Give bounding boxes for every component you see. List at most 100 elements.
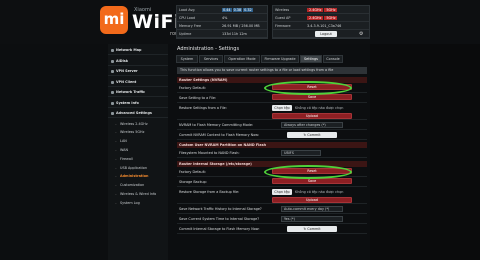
row-restore-storage: Restore Storage from a Backup file: Chọn… (177, 188, 367, 204)
tab-console[interactable]: Console (323, 55, 343, 63)
status-key: Guest AP (275, 16, 291, 20)
sidebar-item-vpn-server[interactable]: VPN Server (108, 67, 168, 76)
sidebar-item-aidisk[interactable]: AiDisk (108, 57, 168, 66)
sidebar-item-label: Firewall (120, 156, 133, 161)
sidebar-subitem-usb-application[interactable]: – USB Application (108, 164, 168, 172)
page-title: Administration - Settings (177, 46, 240, 52)
commit-storage-label: Commit Internal Storage to Flash Memory … (179, 227, 260, 231)
tab-operation-mode[interactable]: Operation Mode (224, 55, 260, 63)
storage-backup-label: Storage Backup: (179, 180, 207, 184)
wifi-band-badge[interactable]: 2.4GHz (307, 16, 324, 20)
main-content: Administration - Settings System Services… (172, 44, 370, 260)
sidebar-subitem-wireless-5ghz[interactable]: – Wireless 5GHz (108, 128, 168, 136)
commit-nvram-button[interactable]: ↻ Commit (287, 132, 337, 138)
dash-icon: – (115, 200, 117, 205)
tab-bar: System Services Operation Mode Firmware Upg… (176, 55, 368, 63)
stats-value: 133d 11h 12m (222, 32, 247, 36)
row-filesystem: Filesystem Mounted to NAND Flash: UBIFS (177, 149, 367, 158)
sidebar-item-vpn-client[interactable]: VPN Client (108, 78, 168, 87)
sidebar-item-system-info[interactable]: System Info (108, 99, 168, 108)
header: mi Xiaomi WiFi router Load Avg0.440.380.… (0, 0, 480, 44)
sidebar-subitem-wan[interactable]: – WAN (108, 146, 168, 154)
info-banner: This function allows you to save current… (177, 67, 367, 74)
gear-icon[interactable]: ⚙ (359, 31, 367, 37)
sidebar-subitem-wireless-wired-info[interactable]: – Wireless & Wired Info (108, 190, 168, 198)
choose-file-button[interactable]: Chọn tệp (272, 105, 292, 111)
logout-button[interactable]: Logout (315, 31, 337, 37)
row-storage-backup: Storage Backup: Save (177, 178, 367, 187)
tab-system[interactable]: System (176, 55, 198, 63)
sidebar-subitem-customization[interactable]: – Customization (108, 181, 168, 189)
sidebar-subitem-system-log[interactable]: – System Log (108, 199, 168, 207)
row-commit-nvram: Commit NVRAM Content to Flash Memory Now… (177, 131, 367, 140)
tab-settings[interactable]: Settings (300, 55, 322, 63)
upload-storage-button[interactable]: Upload (272, 197, 352, 203)
status-row: Firmware 3.4.3.9-101_C3a746 (273, 22, 369, 30)
dash-icon: – (115, 165, 117, 170)
save-traffic-label: Save Network Traffic History to Internal… (179, 207, 262, 211)
menu-bullet-icon (111, 59, 114, 63)
filesystem-select[interactable]: UBIFS (281, 150, 321, 156)
sidebar-item-label: Network Traffic (116, 90, 146, 94)
dash-icon: – (115, 191, 117, 196)
wifi-band-badge[interactable]: 2.4GHz (307, 8, 324, 12)
row-save-settings: Save Setting to a File: Save (177, 94, 367, 103)
sidebar-item-label: VPN Client (116, 79, 137, 84)
highlight-ring (264, 81, 352, 95)
no-file-text: Không có tệp nào được chọn (295, 106, 344, 110)
factory-default-label: Factory Default: (179, 86, 206, 90)
sidebar-subitem-firewall[interactable]: – Firewall (108, 155, 168, 163)
stats-key: Memory Free (179, 24, 202, 28)
load-badge: 0.44 (222, 8, 232, 12)
dash-icon: – (115, 139, 117, 144)
menu-bullet-icon (111, 80, 114, 84)
sidebar-item-label: System Info (116, 100, 139, 105)
sidebar-item-network-traffic[interactable]: Network Traffic (108, 88, 168, 97)
stats-row: Memory Free 26.91 MB / 256.00 MB (177, 22, 267, 30)
sidebar-item-label: VPN Server (116, 69, 138, 73)
dash-icon: – (115, 130, 117, 135)
sidebar-item-label: LAN (120, 139, 127, 144)
stats-text: 133d 11h 12m (222, 32, 247, 36)
commit-nvram-label: Commit NVRAM Content to Flash Memory Now… (179, 133, 260, 137)
sidebar-item-advanced-settings[interactable]: Advanced Settings (108, 109, 168, 118)
commit-storage-button[interactable]: ↻ Commit (287, 226, 337, 232)
nvram-commit-select[interactable]: Always after changes (*) (281, 122, 343, 128)
sidebar-item-label: Advanced Settings (116, 111, 152, 115)
dash-icon: – (115, 156, 117, 161)
tab-firmware-upgrade[interactable]: Firmware Upgrade (261, 55, 299, 63)
save-uptime-select[interactable]: Yes (*) (281, 216, 343, 222)
load-badge: 0.32 (243, 8, 253, 12)
status-row: Wireless 2.4GHz 5GHz (273, 6, 369, 14)
sidebar-item-label: System Log (120, 200, 140, 205)
wifi-band-badge[interactable]: 5GHz (324, 8, 338, 12)
row-save-uptime: Save Current System Time to Internal Sto… (177, 215, 367, 224)
sidebar-subitem-administration[interactable]: – Administration (108, 172, 168, 180)
tab-services[interactable]: Services (199, 55, 223, 63)
stats-row: CPU Load 4% (177, 14, 267, 22)
sidebar-item-network-map[interactable]: Network Map (108, 46, 168, 55)
choose-storage-file-button[interactable]: Chọn tệp (272, 189, 292, 195)
wifi-band-badge[interactable]: 5GHz (324, 16, 338, 20)
upload-settings-button[interactable]: Upload (272, 113, 352, 119)
nvram-commit-label: NVRAM to Flash Memory Committing Mode: (179, 123, 254, 127)
stats-row: Uptime 133d 11h 12m (177, 30, 267, 38)
status-key: Wireless (275, 8, 290, 12)
stats-key: CPU Load (179, 16, 196, 20)
system-stats-panel: Load Avg 0.44 0.38 0.32 CPU Load 4% Memory Fre… (176, 5, 268, 39)
stats-text: 4% (222, 16, 228, 20)
sidebar-subitem-wireless-2-4ghz[interactable]: – Wireless 2.4GHz (108, 120, 168, 128)
menu-bullet-icon (111, 49, 114, 52)
section-nvram-flash: Custom User NVRAM Partition on NAND Flas… (177, 142, 367, 148)
stats-value: 26.91 MB / 256.00 MB (222, 24, 260, 28)
sidebar: Network Map AiDisk VPN Server VPN Client Net… (108, 44, 168, 260)
highlight-ring (264, 165, 352, 179)
dash-icon: – (115, 174, 117, 179)
stats-key: Load Avg (179, 8, 195, 12)
save-uptime-label: Save Current System Time to Internal Sto… (179, 217, 260, 221)
menu-bullet-icon (111, 70, 114, 73)
save-traffic-select[interactable]: Auto-commit every day (*) (281, 206, 343, 212)
status-row: Guest AP 2.4GHz 5GHz (273, 14, 369, 22)
sidebar-subitem-lan[interactable]: – LAN (108, 137, 168, 145)
status-value: 2.4GHz 5GHz (307, 16, 338, 20)
